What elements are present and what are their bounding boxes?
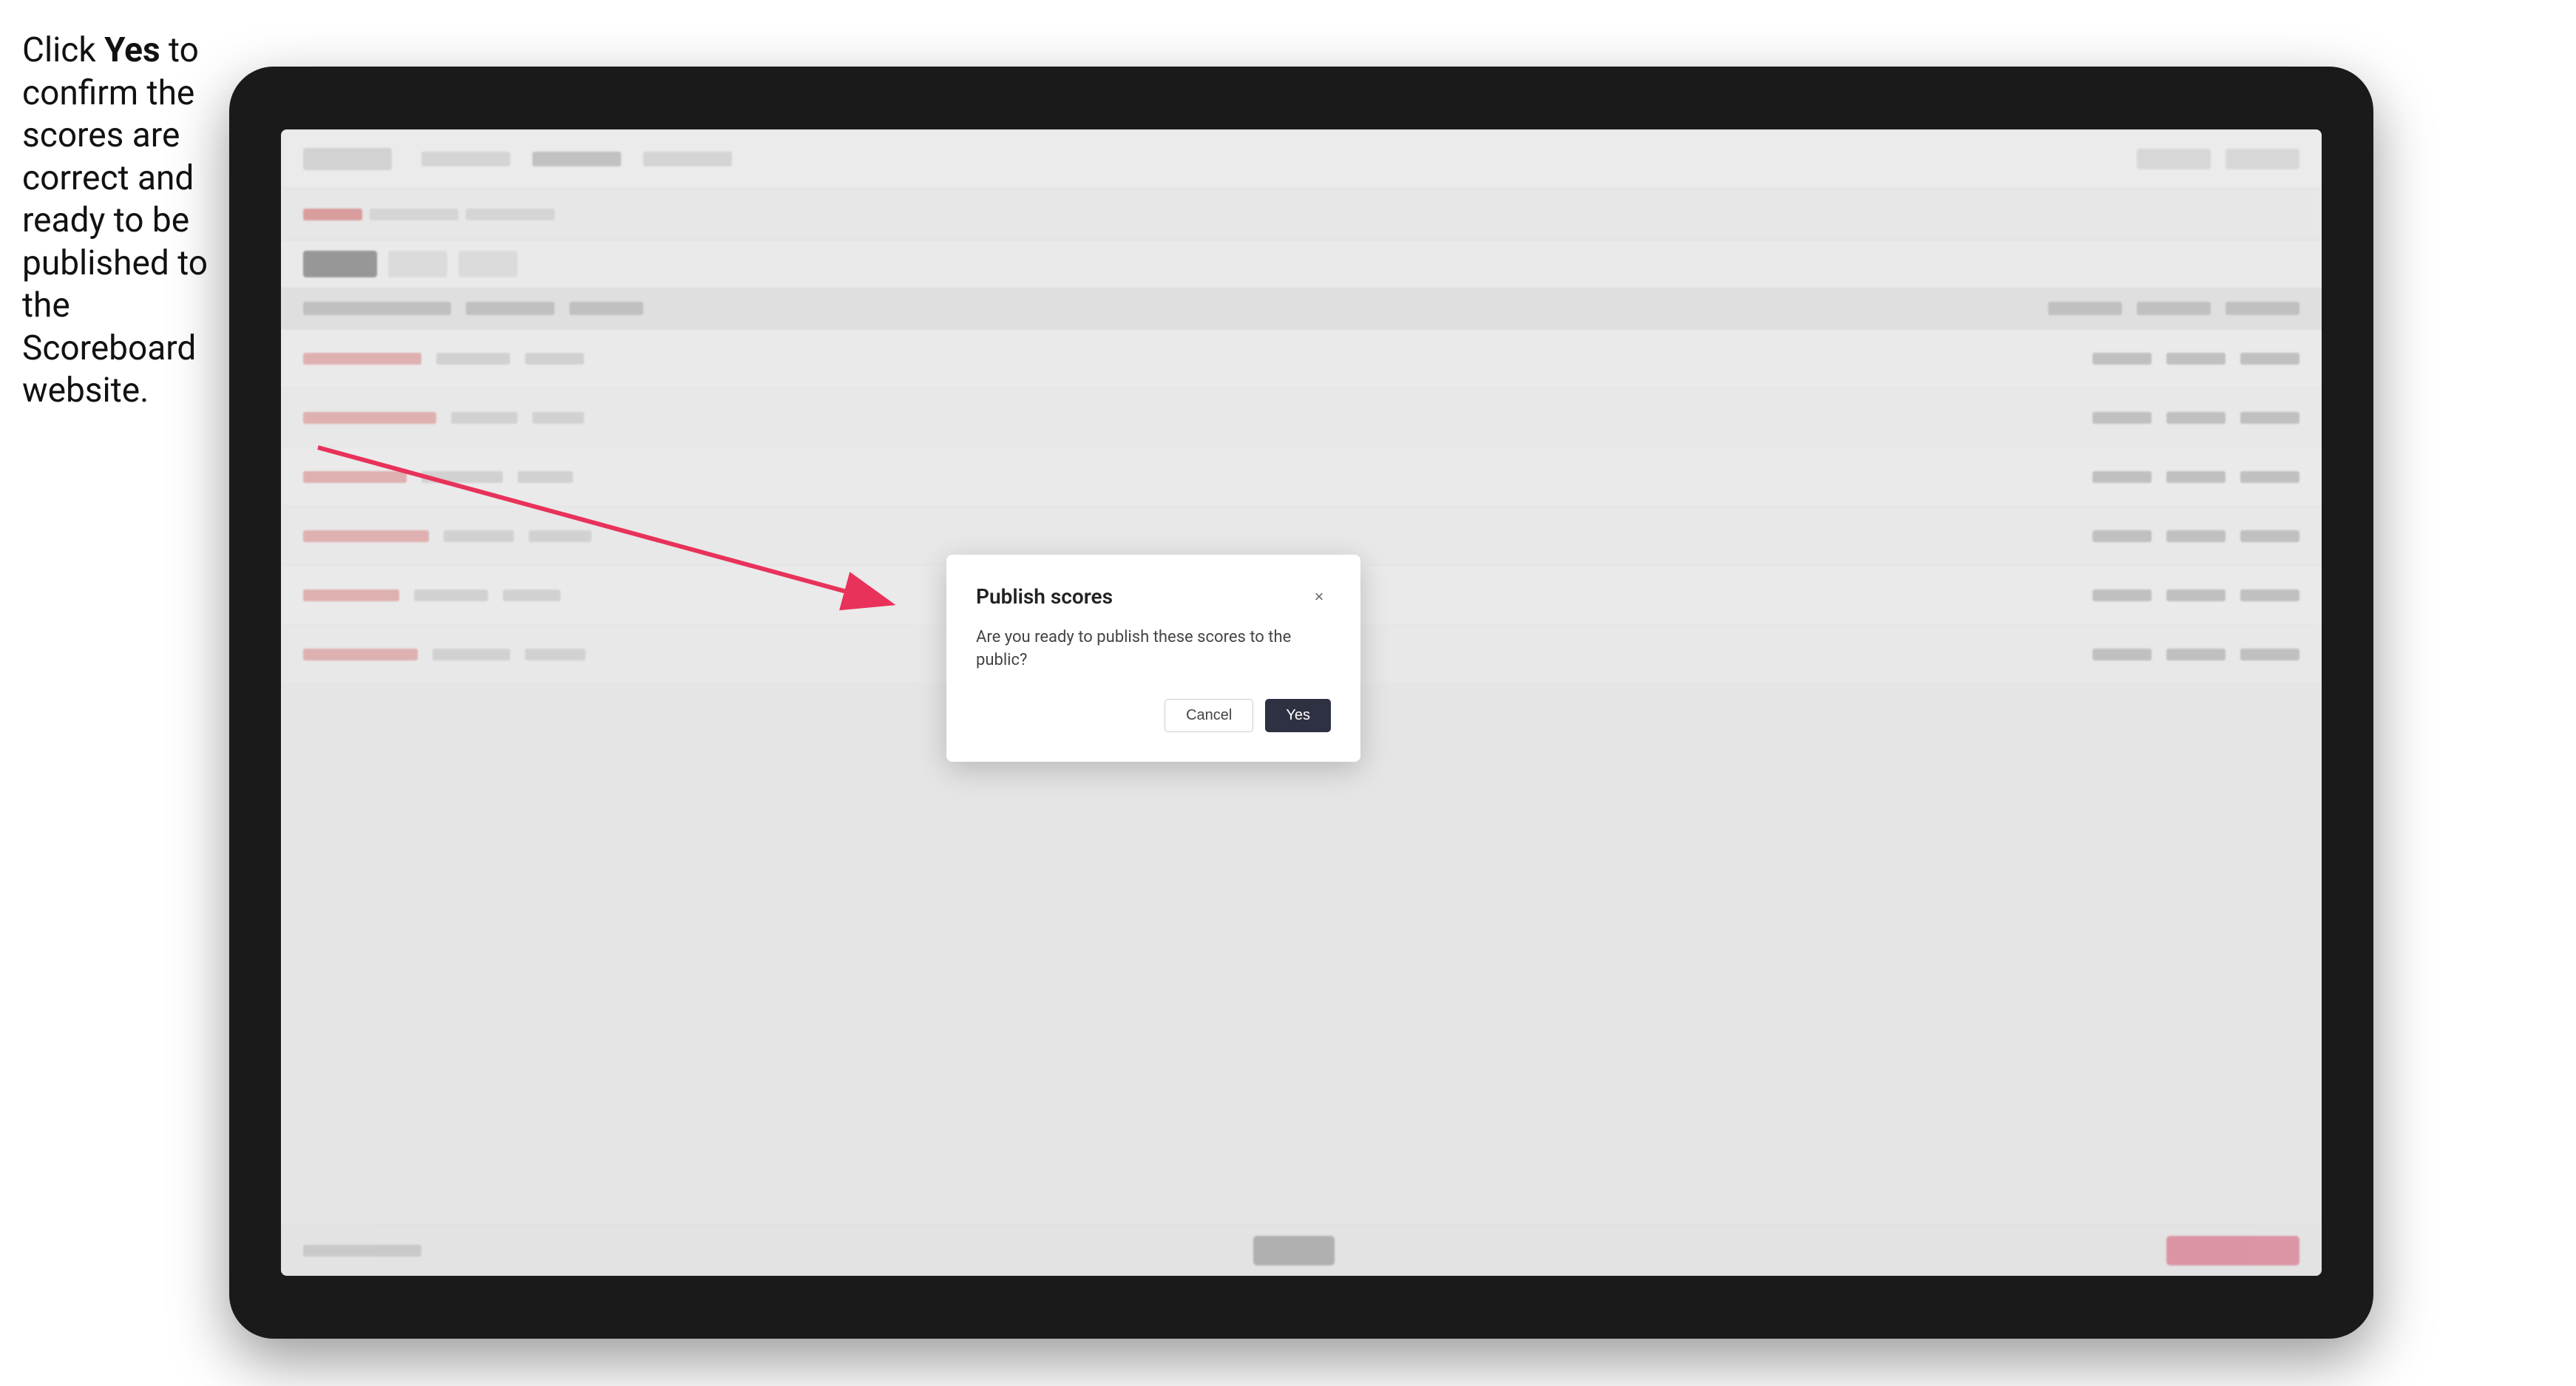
dialog-overlay: Publish scores × Are you ready to publis… [281,129,2322,1276]
tablet-screen: Publish scores × Are you ready to publis… [281,129,2322,1276]
cancel-button[interactable]: Cancel [1165,699,1253,732]
dialog-close-button[interactable]: × [1307,585,1331,609]
dialog-body-text: Are you ready to publish these scores to… [976,626,1331,672]
dialog-title: Publish scores [976,584,1113,609]
bold-yes: Yes [104,30,160,70]
instruction-text: Click Yes to confirm the scores are corr… [22,30,229,413]
dialog-footer: Cancel Yes [976,699,1331,732]
yes-button[interactable]: Yes [1265,699,1331,732]
publish-scores-dialog: Publish scores × Are you ready to publis… [946,555,1360,762]
instruction-rest: to confirm the scores are correct and re… [22,30,208,410]
tablet-device: Publish scores × Are you ready to publis… [229,67,2373,1339]
dialog-header: Publish scores × [976,584,1331,609]
